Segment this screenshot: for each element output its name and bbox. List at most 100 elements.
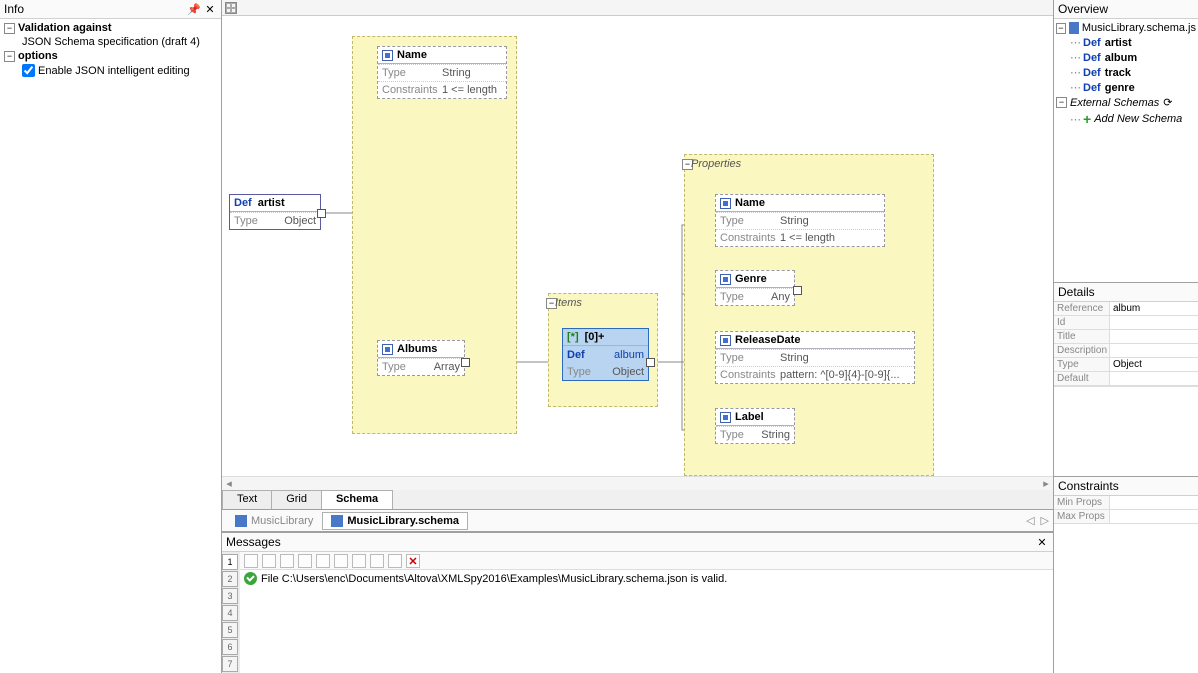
details-empty-area <box>1054 386 1198 476</box>
overview-add-schema[interactable]: ⋯+Add New Schema <box>1070 110 1196 128</box>
object-icon <box>720 412 731 423</box>
node-prop-label[interactable]: Label TypeString <box>715 408 795 444</box>
validation-group[interactable]: − Validation against <box>4 21 217 35</box>
enable-editing-label: Enable JSON intelligent editing <box>38 65 190 77</box>
file-tab-schema[interactable]: MusicLibrary.schema <box>322 512 468 530</box>
msg-tab-5[interactable]: 5 <box>222 622 238 638</box>
tab-next-icon[interactable]: ▷ <box>1041 514 1049 527</box>
detail-id[interactable]: Id <box>1054 316 1198 330</box>
constraint-min-props[interactable]: Min Props <box>1054 496 1198 510</box>
json-file-icon <box>235 515 247 527</box>
node-prop-genre[interactable]: Genre TypeAny <box>715 270 795 306</box>
overview-def-album[interactable]: ⋯Defalbum <box>1070 50 1196 65</box>
object-icon <box>720 335 731 346</box>
spec-row[interactable]: JSON Schema specification (draft 4) <box>22 35 217 49</box>
msg-tab-4[interactable]: 4 <box>222 605 238 621</box>
toolbar-icon[interactable] <box>388 554 402 568</box>
detail-title[interactable]: Title <box>1054 330 1198 344</box>
info-panel: Info 📌 ✕ − Validation against JSON Schem… <box>0 0 222 673</box>
tab-prev-icon[interactable]: ◁ <box>1026 514 1034 527</box>
message-line[interactable]: File C:\Users\enc\Documents\Altova\XMLSp… <box>240 570 1053 587</box>
grid-view-icon[interactable] <box>225 2 237 14</box>
top-strip <box>222 0 1053 16</box>
toolbar-icon[interactable] <box>244 554 258 568</box>
msg-tab-6[interactable]: 6 <box>222 639 238 655</box>
scroll-left-icon[interactable]: ◂ <box>222 477 236 490</box>
close-icon[interactable]: ✕ <box>203 2 217 16</box>
options-label: options <box>18 50 58 62</box>
collapse-icon[interactable]: − <box>1056 23 1066 34</box>
node-prop-name[interactable]: Name TypeString Constraints1 <= length <box>715 194 885 247</box>
properties-label: Properties <box>691 158 741 170</box>
toolbar-icon[interactable] <box>352 554 366 568</box>
enable-editing-row[interactable]: Enable JSON intelligent editing <box>22 63 217 78</box>
overview-def-track[interactable]: ⋯Deftrack <box>1070 65 1196 80</box>
file-tab-musiclibrary[interactable]: MusicLibrary <box>226 512 322 530</box>
msg-tab-3[interactable]: 3 <box>222 588 238 604</box>
collapse-icon[interactable]: − <box>4 51 15 62</box>
refresh-icon[interactable]: ⟳ <box>1163 96 1172 109</box>
object-icon <box>382 50 393 61</box>
tab-schema[interactable]: Schema <box>321 490 393 509</box>
handle-icon[interactable] <box>317 209 326 218</box>
toolbar-icon[interactable] <box>316 554 330 568</box>
msg-tab-2[interactable]: 2 <box>222 571 238 587</box>
info-panel-title: Info <box>4 2 185 16</box>
node-artist[interactable]: Defartist TypeObject <box>229 194 321 230</box>
object-icon <box>720 198 731 209</box>
collapse-icon[interactable]: − <box>4 23 15 34</box>
tab-text[interactable]: Text <box>222 490 272 509</box>
toolbar-delete-icon[interactable]: ✕ <box>406 554 420 568</box>
msg-tab-1[interactable]: 1 <box>222 554 238 570</box>
tab-grid[interactable]: Grid <box>271 490 322 509</box>
collapse-icon[interactable]: − <box>1056 97 1067 108</box>
overview-title: Overview <box>1058 2 1194 16</box>
node-name[interactable]: Name TypeString Constraints1 <= length <box>377 46 507 99</box>
detail-default[interactable]: Default <box>1054 372 1198 386</box>
messages-title: Messages <box>226 535 1033 549</box>
message-text: File C:\Users\enc\Documents\Altova\XMLSp… <box>261 573 727 585</box>
detail-type[interactable]: TypeObject <box>1054 358 1198 372</box>
object-icon <box>720 274 731 285</box>
view-tabs: Text Grid Schema <box>222 490 1053 510</box>
overview-tree: −MusicLibrary.schema.js ⋯Defartist ⋯Defa… <box>1054 19 1198 283</box>
toolbar-icon[interactable] <box>262 554 276 568</box>
check-ok-icon <box>244 572 257 585</box>
options-group[interactable]: − options <box>4 49 217 63</box>
toolbar-icon[interactable] <box>370 554 384 568</box>
messages-toolbar: ✕ <box>240 552 1053 570</box>
spec-text: JSON Schema specification (draft 4) <box>22 36 200 48</box>
items-label: Items <box>555 297 582 309</box>
schema-canvas[interactable]: Defartist TypeObject Name TypeString Con… <box>222 16 1053 476</box>
handle-icon[interactable] <box>646 358 655 367</box>
handle-icon[interactable] <box>461 358 470 367</box>
scroll-right-icon[interactable]: ▸ <box>1039 477 1053 490</box>
detail-reference[interactable]: Referencealbum <box>1054 302 1198 316</box>
toolbar-icon[interactable] <box>298 554 312 568</box>
object-icon <box>382 344 393 355</box>
details-title: Details <box>1058 285 1194 299</box>
constraints-grid: Min Props Max Props <box>1054 496 1198 524</box>
node-album-item[interactable]: [*][0]+ Defalbum TypeObject <box>562 328 649 381</box>
close-icon[interactable]: ✕ <box>1035 535 1049 549</box>
node-prop-releasedate[interactable]: ReleaseDate TypeString Constraintspatter… <box>715 331 915 384</box>
enable-editing-checkbox[interactable] <box>22 64 35 77</box>
constraints-title: Constraints <box>1058 479 1194 493</box>
expand-handle-icon[interactable] <box>793 286 802 295</box>
json-file-icon <box>1069 22 1079 34</box>
overview-def-artist[interactable]: ⋯Defartist <box>1070 35 1196 50</box>
pin-icon[interactable]: 📌 <box>187 2 201 16</box>
overview-root[interactable]: −MusicLibrary.schema.js <box>1056 21 1196 35</box>
overview-def-genre[interactable]: ⋯Defgenre <box>1070 80 1196 95</box>
toolbar-icon[interactable] <box>280 554 294 568</box>
toolbar-icon[interactable] <box>334 554 348 568</box>
file-tabs: MusicLibrary MusicLibrary.schema ◁ ▷ <box>222 510 1053 532</box>
overview-external-schemas[interactable]: −External Schemas⟳ <box>1056 95 1196 110</box>
plus-icon: + <box>1083 111 1091 127</box>
detail-description[interactable]: Description <box>1054 344 1198 358</box>
msg-tab-7[interactable]: 7 <box>222 656 238 672</box>
node-albums[interactable]: Albums TypeArray <box>377 340 465 376</box>
json-file-icon <box>331 515 343 527</box>
message-page-tabs: 1 2 3 4 5 6 7 <box>222 552 240 673</box>
constraint-max-props[interactable]: Max Props <box>1054 510 1198 524</box>
